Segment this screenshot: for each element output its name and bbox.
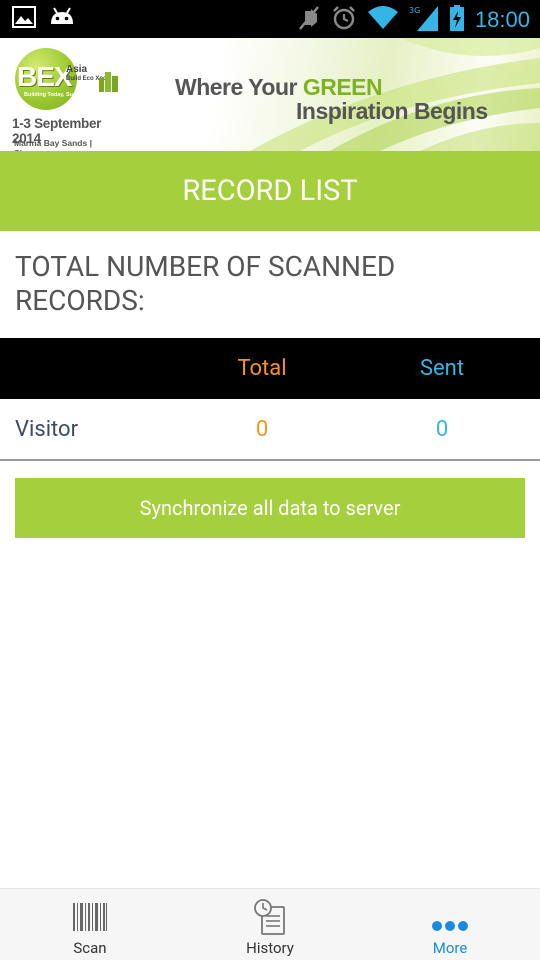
table-header: Total Sent (0, 338, 540, 399)
signal-icon: 3G (409, 4, 439, 36)
tagline-prefix: Where Your (175, 74, 303, 100)
bottom-navigation: Scan History More (0, 888, 540, 960)
alarm-icon (331, 5, 357, 35)
tagline-highlight: GREEN (302, 74, 383, 100)
mute-icon (297, 5, 321, 35)
android-icon (48, 6, 76, 32)
logo-tagline: Building Today, Sustaining Tomorrow (24, 92, 123, 98)
row-sent-value: 0 (435, 417, 449, 442)
event-banner: BEX Asia Build Eco Xpo Building Today, S… (0, 38, 540, 151)
logo-subtext: Asia (66, 64, 88, 75)
nav-label-more: More (432, 939, 468, 957)
logo-text: BEX (17, 61, 73, 92)
row-category: Visitor (15, 417, 79, 442)
clock: 18:00 (474, 7, 530, 32)
more-dots-icon (431, 917, 469, 936)
nav-item-scan[interactable]: Scan (0, 889, 180, 960)
table-row: Visitor 0 0 (0, 399, 540, 461)
nav-item-history[interactable]: History (180, 889, 360, 960)
history-icon (253, 899, 287, 939)
image-icon (12, 6, 36, 32)
barcode-icon (72, 903, 108, 935)
battery-charging-icon (449, 4, 465, 36)
column-header-total: Total (237, 356, 287, 381)
nav-item-more[interactable]: More (360, 889, 540, 960)
network-type-label: 3G (409, 6, 420, 15)
status-bar: 3G 18:00 (0, 0, 540, 38)
bex-asia-logo: BEX Asia Build Eco Xpo Building Today, S… (12, 46, 132, 151)
wifi-icon (367, 5, 399, 35)
nav-label-history: History (246, 939, 294, 957)
page-title: RECORD LIST (0, 151, 540, 231)
column-header-sent: Sent (419, 356, 465, 381)
sync-button[interactable]: Synchronize all data to server (15, 478, 525, 538)
total-records-label: TOTAL NUMBER OF SCANNED RECORDS: (15, 250, 396, 317)
building-icon (99, 72, 118, 92)
row-total-value: 0 (255, 417, 269, 442)
banner-tagline-line1: Where Your GREEN (175, 74, 383, 101)
banner-tagline-line2: Inspiration Begins (296, 98, 488, 124)
event-venue: Marina Bay Sands | Singapore (14, 138, 92, 151)
nav-label-scan: Scan (73, 939, 107, 957)
